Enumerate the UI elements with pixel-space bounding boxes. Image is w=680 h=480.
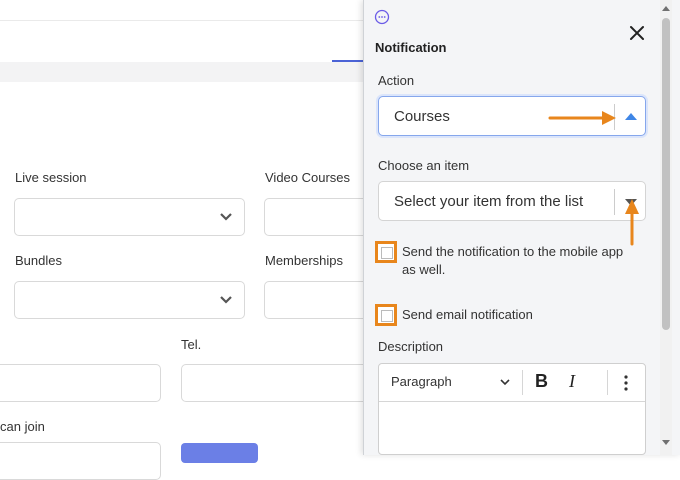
bold-button[interactable]: B xyxy=(535,371,548,392)
panel-title: Notification xyxy=(375,40,447,55)
tel-label: Tel. xyxy=(181,337,202,352)
arrow-annotation xyxy=(625,199,639,246)
mobile-notification-label: Send the notification to the mobile app … xyxy=(402,244,624,277)
submit-button[interactable] xyxy=(181,443,258,463)
scroll-down-icon[interactable] xyxy=(662,440,670,445)
chat-icon xyxy=(374,9,390,25)
chevron-down-icon[interactable] xyxy=(499,376,511,388)
chevron-down-icon xyxy=(220,296,232,304)
video-courses-label: Video Courses xyxy=(265,170,351,185)
description-label: Description xyxy=(378,339,444,354)
live-session-label: Live session xyxy=(15,170,87,185)
item-select[interactable]: Select your item from the list xyxy=(378,181,646,221)
description-editor[interactable]: Paragraph B I xyxy=(378,363,646,455)
page-header xyxy=(0,0,365,63)
scrollbar-thumb[interactable] xyxy=(662,18,670,330)
item-label: Choose an item xyxy=(378,158,470,173)
mobile-notification-checkbox[interactable] xyxy=(375,241,397,263)
header-divider xyxy=(0,20,365,21)
left-input[interactable] xyxy=(0,364,161,402)
toolbar-divider xyxy=(522,370,523,395)
live-session-select[interactable] xyxy=(14,198,245,236)
chevron-down-icon xyxy=(220,213,232,221)
italic-button[interactable]: I xyxy=(569,371,575,392)
bundles-select[interactable] xyxy=(14,281,245,319)
can-join-input[interactable] xyxy=(0,442,161,480)
email-notification-label: Send email notification xyxy=(402,307,533,322)
heading-select[interactable]: Paragraph xyxy=(391,374,452,389)
scroll-up-icon[interactable] xyxy=(662,6,670,11)
action-label: Action xyxy=(378,73,415,88)
video-courses-select[interactable] xyxy=(264,198,374,236)
caret-up-icon xyxy=(625,113,637,120)
email-notification-checkbox[interactable] xyxy=(375,304,397,326)
close-icon[interactable] xyxy=(626,22,648,44)
tel-input[interactable] xyxy=(181,364,371,402)
toolbar-divider xyxy=(607,370,608,395)
editor-toolbar: Paragraph B I xyxy=(379,364,645,402)
can-join-label: can join xyxy=(0,419,45,434)
arrow-annotation xyxy=(548,111,616,125)
item-placeholder: Select your item from the list xyxy=(394,193,584,210)
more-vertical-icon[interactable] xyxy=(624,374,628,392)
memberships-label: Memberships xyxy=(265,253,344,268)
select-separator xyxy=(614,189,615,215)
header-band xyxy=(0,62,365,82)
notification-panel: Notification Action Courses Choose an it… xyxy=(363,0,680,455)
bundles-label: Bundles xyxy=(15,253,62,268)
action-value: Courses xyxy=(394,108,450,125)
memberships-select[interactable] xyxy=(264,281,374,319)
